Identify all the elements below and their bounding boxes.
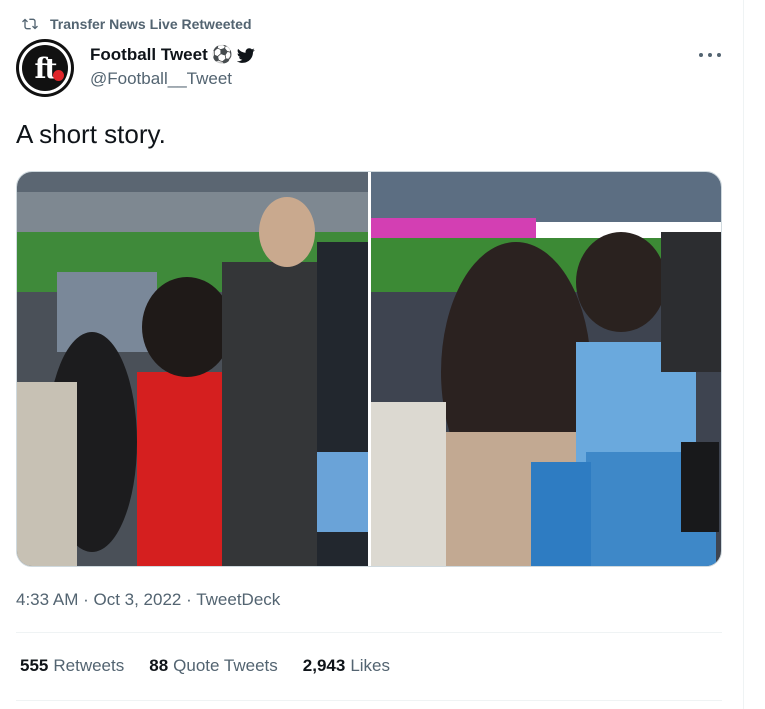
avatar[interactable]: ft — [16, 39, 74, 97]
divider-bottom — [16, 700, 722, 701]
tweet-stats: 555 Retweets 88 Quote Tweets 2,943 Likes — [20, 656, 415, 676]
twitter-bird-icon — [236, 48, 255, 63]
user-handle[interactable]: @Football__Tweet — [90, 69, 255, 89]
retweet-icon — [22, 18, 38, 30]
stat-quote-tweets-label: Quote Tweets — [173, 656, 278, 675]
meta-separator: · — [181, 590, 197, 609]
stat-retweets[interactable]: 555 Retweets — [20, 656, 124, 676]
retweet-banner-text: Transfer News Live Retweeted — [50, 16, 252, 32]
stat-quote-tweets[interactable]: 88 Quote Tweets — [149, 656, 278, 676]
soccer-ball-icon: ⚽ — [211, 45, 233, 64]
photo-left[interactable] — [17, 172, 368, 566]
author-block[interactable]: Football Tweet ⚽ @Football__Tweet — [90, 44, 255, 89]
avatar-logo: ft — [34, 51, 58, 85]
photo-left-image — [17, 172, 368, 566]
stat-likes-count: 2,943 — [302, 656, 346, 675]
tweet-text: A short story. — [16, 119, 166, 149]
stat-retweets-label: Retweets — [53, 656, 125, 675]
source-link[interactable]: TweetDeck — [196, 590, 280, 609]
stat-likes[interactable]: 2,943 Likes — [303, 656, 390, 676]
column-border — [743, 0, 744, 709]
more-options-button[interactable] — [699, 46, 721, 64]
timestamp-link[interactable]: 4:33 AM · Oct 3, 2022 — [16, 590, 181, 609]
stat-retweets-count: 555 — [20, 656, 49, 675]
retweet-banner[interactable]: Transfer News Live Retweeted — [22, 14, 252, 34]
more-icon — [699, 53, 703, 57]
photo-right-image — [371, 172, 721, 566]
divider-top — [16, 632, 722, 633]
stat-likes-label: Likes — [350, 656, 390, 675]
display-name-text: Football Tweet — [90, 45, 208, 64]
tweet-meta: 4:33 AM · Oct 3, 2022 · TweetDeck — [16, 590, 280, 610]
photo-right[interactable] — [371, 172, 721, 566]
display-name[interactable]: Football Tweet ⚽ — [90, 44, 255, 66]
media-grid[interactable] — [16, 171, 722, 567]
stat-quote-tweets-count: 88 — [149, 656, 169, 675]
